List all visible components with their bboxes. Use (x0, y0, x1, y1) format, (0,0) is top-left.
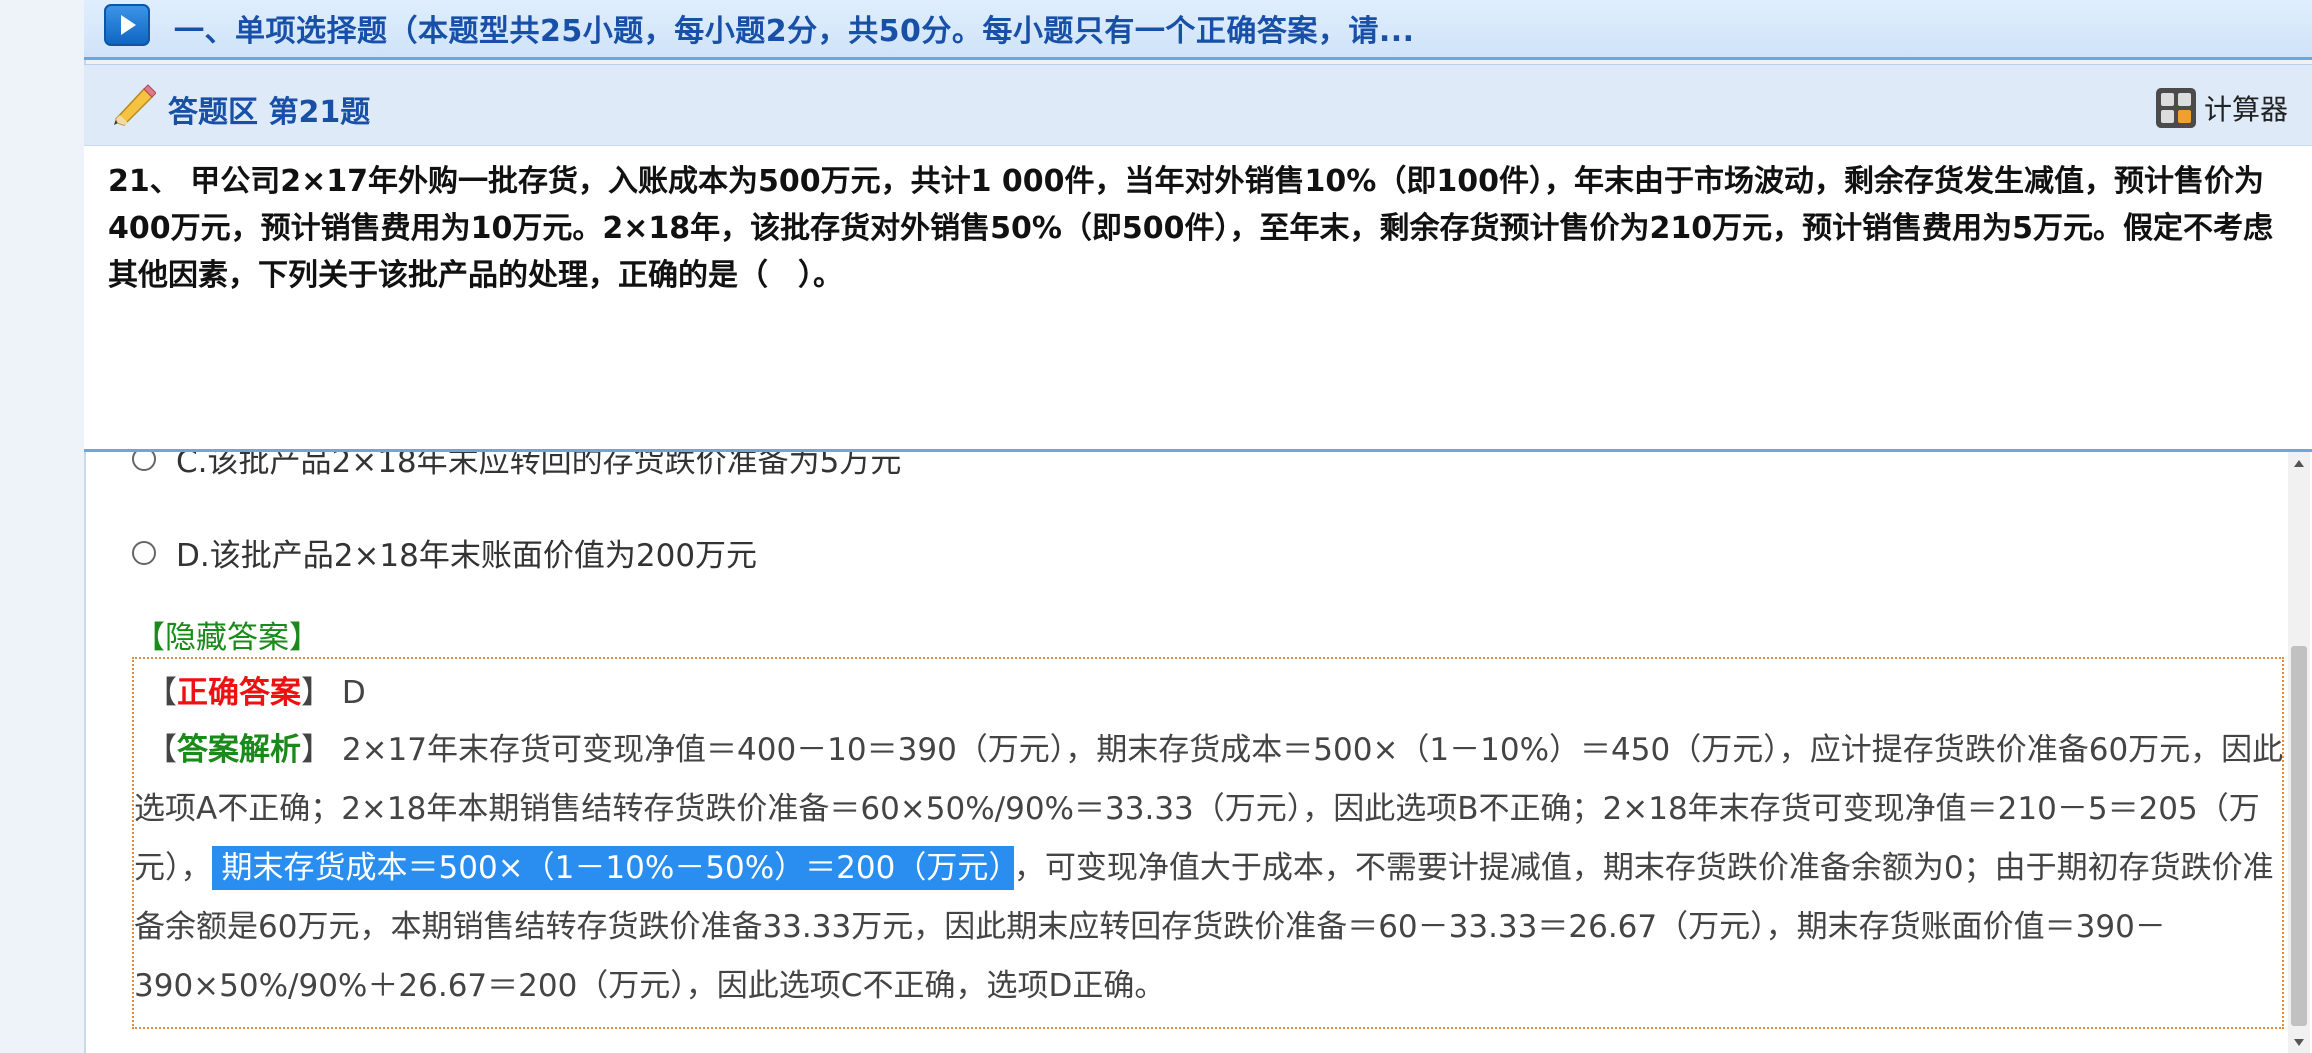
option-d-radio[interactable] (132, 540, 156, 565)
left-sidebar-strip (0, 0, 86, 1053)
correct-answer-label: 正确答案 (177, 675, 301, 711)
pencil-icon (114, 84, 156, 126)
answer-area-header: 答题区 第21题 计算器 (84, 64, 2312, 146)
answer-box: 【正确答案】 D 【答案解析】 2×17年末存货可变现净值＝400－10＝390… (132, 657, 2284, 1029)
bracket: 】 (301, 732, 332, 768)
explanation-line-2: 选项A不正确；2×18年本期销售结转存货跌价准备＝60×50%/90%＝33.3… (134, 791, 2260, 827)
explanation-line-1: 2×17年末存货可变现净值＝400－10＝390（万元），期末存货成本＝500×… (341, 732, 2284, 768)
bracket: 】 (301, 675, 332, 711)
explanation-line-3-post: ，可变现净值大于成本，不需要计提减值，期末存货跌价准备余额为0；由于期初存货跌价… (1013, 850, 2274, 886)
bracket: 【 (146, 732, 177, 768)
vertical-scrollbar[interactable] (2288, 452, 2310, 1053)
explanation-line-4: 备余额是60万元，本期销售结转存货跌价准备33.33万元，因此期末应转回存货跌价… (134, 909, 2166, 945)
question-text: 21、 甲公司2×17年外购一批存货，入账成本为500万元，共计1 000件，当… (108, 164, 2274, 293)
calculator-label: 计算器 (2203, 93, 2288, 126)
bracket: 【 (146, 675, 177, 711)
section-header: 一、单项选择题（本题型共25小题，每小题2分，共50分。每小题只有一个正确答案，… (84, 0, 2312, 60)
answer-area-title: 答题区 第21题 (168, 95, 371, 130)
analysis-label: 答案解析 (177, 732, 301, 768)
scroll-up-arrow-icon[interactable] (2288, 452, 2310, 474)
option-c[interactable]: C.该批产品2×18年末应转回的存货跌价准备为5万元 (132, 452, 901, 481)
answer-explanation: 【答案解析】 2×17年末存货可变现净值＝400－10＝390（万元），期末存货… (134, 721, 2283, 1016)
question-panel: 21、 甲公司2×17年外购一批存货，入账成本为500万元，共计1 000件，当… (84, 146, 2312, 452)
explanation-line-5: 390×50%/90%＋26.67＝200（万元），因此选项C不正确，选项D正确… (134, 968, 1166, 1004)
calculator-icon (2155, 88, 2196, 128)
correct-answer-line: 【正确答案】 D (146, 667, 366, 712)
scrollbar-thumb[interactable] (2291, 646, 2307, 1026)
option-c-radio[interactable] (132, 452, 156, 471)
calculator-button[interactable]: 计算器 (2155, 85, 2288, 131)
option-d[interactable]: D.该批产品2×18年末账面价值为200万元 (132, 530, 757, 575)
correct-answer-value: D (341, 675, 366, 711)
options-scroll-area[interactable]: C.该批产品2×18年末应转回的存货跌价准备为5万元 D.该批产品2×18年末账… (84, 452, 2312, 1053)
option-c-label: C.该批产品2×18年末应转回的存货跌价准备为5万元 (176, 452, 902, 480)
play-icon[interactable] (104, 4, 150, 46)
section-title: 一、单项选择题（本题型共25小题，每小题2分，共50分。每小题只有一个正确答案，… (174, 14, 1415, 49)
explanation-line-3-pre: 元）， (134, 850, 212, 886)
selected-text-highlight: 期末存货成本＝500×（1－10%－50%）＝200（万元） (211, 846, 1014, 890)
option-d-label: D.该批产品2×18年末账面价值为200万元 (176, 538, 758, 574)
scroll-down-arrow-icon[interactable] (2288, 1031, 2310, 1053)
hide-answer-link[interactable]: 【隐藏答案】 (134, 612, 320, 657)
